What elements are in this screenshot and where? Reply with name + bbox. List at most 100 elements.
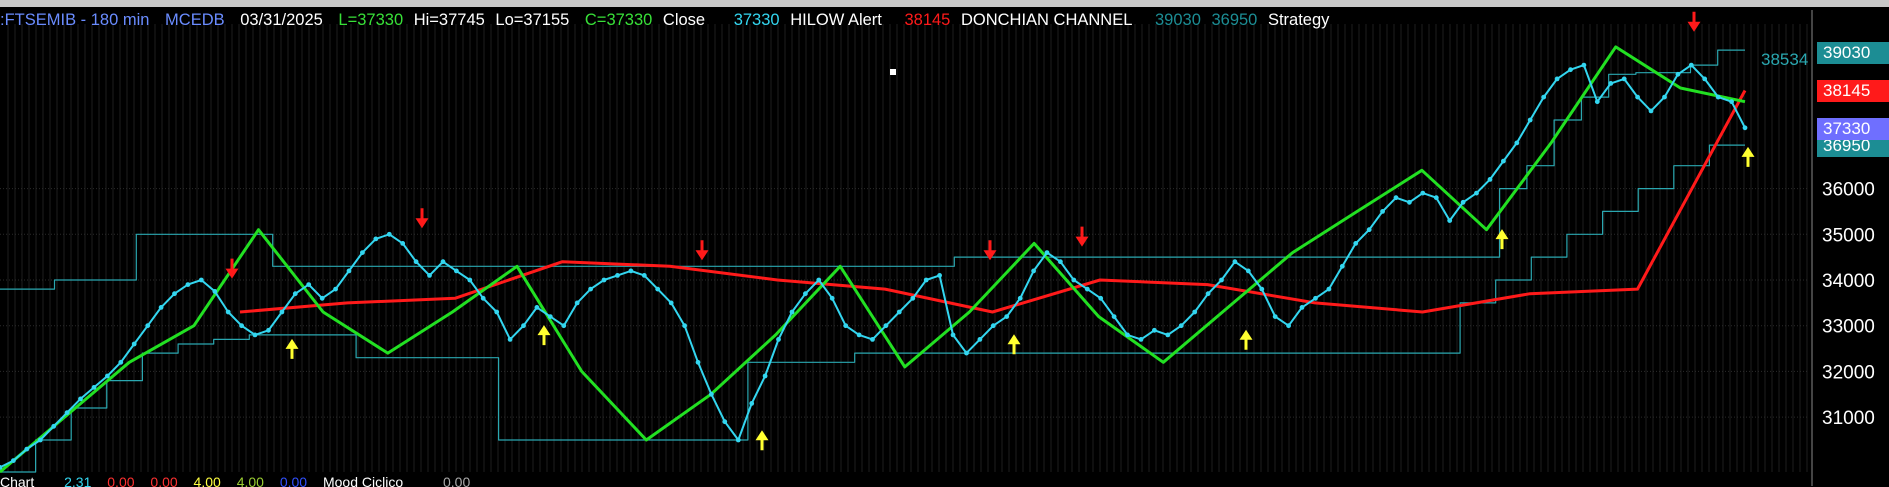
close-point xyxy=(668,300,674,306)
footer-chart-label: Chart xyxy=(0,475,35,487)
close-point xyxy=(1501,158,1506,164)
donchian-upper-value: 39030 xyxy=(1154,11,1201,29)
close-point xyxy=(1286,323,1291,329)
y-tick-label: 35000 xyxy=(1822,225,1875,246)
close-point xyxy=(1353,241,1359,246)
close-point xyxy=(856,332,862,338)
hilow-price-box: 38145 xyxy=(1817,80,1889,102)
close-point xyxy=(91,385,97,390)
upper-price-box: 39030 xyxy=(1817,42,1889,64)
y-tick-label: 31000 xyxy=(1822,408,1875,429)
close-c-value: C=37330 xyxy=(584,11,653,29)
close-point xyxy=(440,259,446,265)
close-point xyxy=(118,359,124,365)
close-point xyxy=(386,231,392,237)
close-point xyxy=(1447,218,1453,224)
close-point xyxy=(1111,314,1117,319)
signal-markers xyxy=(225,11,1755,451)
close-point xyxy=(1554,76,1560,82)
close-point xyxy=(1165,332,1171,338)
close-point xyxy=(1071,277,1077,283)
close-point xyxy=(454,268,459,274)
close-point xyxy=(1205,291,1211,297)
lo-value: Lo=37155 xyxy=(495,11,570,29)
series-strategy xyxy=(0,45,1746,474)
close-point xyxy=(950,332,956,338)
buy-arrow-icon xyxy=(1495,229,1509,250)
close-point xyxy=(762,373,768,379)
footer-cycle-label: Mood Ciclico xyxy=(322,475,404,487)
close-point xyxy=(735,437,741,443)
close-point xyxy=(494,309,500,315)
sell-arrow-icon xyxy=(695,240,709,261)
close-point xyxy=(1433,195,1439,201)
close-point xyxy=(212,289,218,294)
close-point xyxy=(1662,94,1667,100)
y-tick-label: 36000 xyxy=(1822,180,1875,201)
close-point xyxy=(1688,62,1694,68)
close-point xyxy=(923,277,929,283)
close-point xyxy=(1594,99,1600,105)
close-point xyxy=(615,273,620,278)
close-point xyxy=(534,305,540,310)
y-tick-label: 34000 xyxy=(1822,271,1875,292)
close-point xyxy=(1219,277,1224,283)
close-point xyxy=(51,423,57,429)
close-point xyxy=(1192,309,1198,315)
close-point xyxy=(990,323,996,329)
close-point xyxy=(601,277,607,283)
close-point xyxy=(37,437,43,443)
close-point xyxy=(1675,71,1681,77)
close-point xyxy=(1138,337,1144,342)
close-point xyxy=(1044,250,1050,256)
close-point xyxy=(1581,62,1587,68)
close-point xyxy=(24,446,30,452)
strategy-label: Strategy xyxy=(1267,11,1330,29)
close-point xyxy=(1313,295,1318,301)
footer-value-6: 0.00 xyxy=(279,475,308,487)
close-point xyxy=(1272,314,1278,319)
footer-value-2: 0.00 xyxy=(107,475,135,487)
close-point xyxy=(977,337,983,342)
close-point xyxy=(1729,99,1734,105)
chart-header: :FTSEMIB - 180 min MCEDB 03/31/2025 L=37… xyxy=(0,10,1340,30)
close-point xyxy=(722,419,728,425)
close-point xyxy=(628,268,634,274)
close-point xyxy=(964,350,969,356)
close-point xyxy=(937,273,942,278)
mid-level-label: 38534 xyxy=(1761,50,1809,69)
close-point xyxy=(427,273,432,278)
close-point xyxy=(1339,263,1345,269)
close-point xyxy=(1460,199,1466,205)
close-point xyxy=(574,300,580,306)
close-point xyxy=(413,259,419,265)
close-point xyxy=(346,268,352,274)
close-point xyxy=(870,337,875,342)
close-point xyxy=(78,396,83,402)
close-point xyxy=(749,401,755,406)
close-point xyxy=(1178,323,1184,329)
price-chart[interactable]: 31000 32000 33000 34000 35000 36000 xyxy=(0,0,1889,486)
sell-arrow-icon xyxy=(415,208,429,229)
donchian-label: DONCHIAN CHANNEL xyxy=(960,11,1133,29)
close-point xyxy=(1527,117,1533,123)
close-point xyxy=(655,286,661,292)
donchian-lower-value: 36950 xyxy=(1211,11,1258,29)
close-point xyxy=(64,410,70,415)
close-value: 37330 xyxy=(733,11,780,29)
close-point xyxy=(883,323,889,329)
close-point xyxy=(11,458,16,463)
close-point xyxy=(1715,94,1721,100)
close-point xyxy=(1245,268,1251,274)
close-point xyxy=(588,286,593,292)
close-point xyxy=(776,337,781,342)
close-point xyxy=(1635,94,1640,100)
close-point xyxy=(1541,94,1547,100)
low-value: L=37330 xyxy=(338,11,404,29)
close-point xyxy=(319,295,325,301)
close-point xyxy=(158,305,164,310)
y-tick-label: 33000 xyxy=(1822,317,1875,338)
close-point xyxy=(1702,76,1708,82)
close-point xyxy=(803,291,808,297)
close-point xyxy=(1004,314,1010,319)
